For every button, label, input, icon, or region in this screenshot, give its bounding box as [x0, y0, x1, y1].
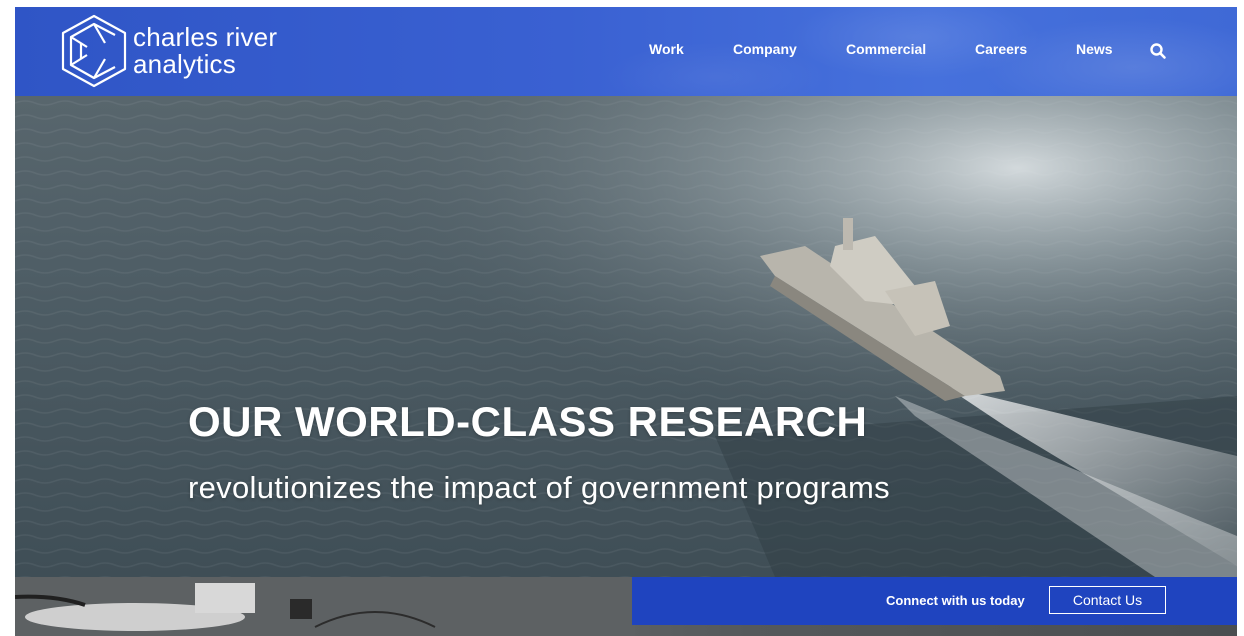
hero-subtitle: revolutionizes the impact of government …	[188, 470, 890, 505]
contact-us-button[interactable]: Contact Us	[1049, 586, 1166, 614]
page-frame: charles river analytics Work Company Com…	[15, 7, 1237, 636]
nav-item-commercial[interactable]: Commercial	[846, 41, 926, 57]
contact-bar: Connect with us today Contact Us	[632, 577, 1237, 625]
search-icon[interactable]	[1149, 42, 1167, 60]
connect-text: Connect with us today	[886, 593, 1025, 608]
nav-item-company[interactable]: Company	[733, 41, 797, 57]
hero-title: OUR WORLD-CLASS RESEARCH	[188, 398, 868, 445]
nav-item-careers[interactable]: Careers	[975, 41, 1027, 57]
site-header: charles river analytics Work Company Com…	[15, 7, 1237, 96]
hero-section: OUR WORLD-CLASS RESEARCH revolutionizes …	[15, 96, 1237, 577]
equipment-photo	[15, 577, 635, 636]
nav-item-work[interactable]: Work	[649, 41, 684, 57]
nav-item-news[interactable]: News	[1076, 41, 1113, 57]
main-nav: Work Company Commercial Careers News	[15, 7, 1237, 96]
